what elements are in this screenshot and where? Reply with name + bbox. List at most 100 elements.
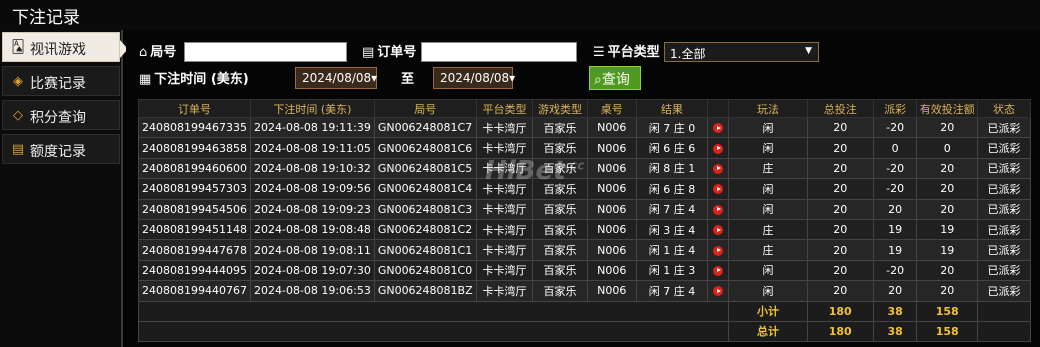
replay-cell[interactable] xyxy=(707,198,730,220)
valid-bet-cell: 20 xyxy=(916,280,979,302)
platform-cell: 卡卡湾厅 xyxy=(475,280,534,302)
result-cell: 闲 1 庄 4 xyxy=(635,239,709,261)
date-to-picker[interactable]: 2024/08/08▾ xyxy=(433,67,515,89)
valid-bet-cell: 19 xyxy=(916,239,979,261)
col-replay xyxy=(707,99,730,118)
subtotal-total: 180 xyxy=(806,300,874,322)
subtotal-valid: 158 xyxy=(916,300,979,322)
play-icon[interactable] xyxy=(713,204,724,215)
play-icon[interactable] xyxy=(713,225,724,236)
order-label: ▤ 订单号 xyxy=(362,45,417,60)
sidebar-item-label: 视讯游戏 xyxy=(30,42,86,58)
date-from-picker[interactable]: 2024/08/08▾ xyxy=(295,67,377,89)
game-cell: 百家乐 xyxy=(532,198,588,220)
grand_total-label: 总计 xyxy=(728,320,808,342)
payout-cell: 0 xyxy=(872,137,918,159)
replay-cell[interactable] xyxy=(707,157,730,180)
clipboard-icon: ▤ xyxy=(362,45,375,60)
game-cell: 百家乐 xyxy=(532,259,588,282)
table-cell: N006 xyxy=(586,198,637,220)
sidebar-item-credit[interactable]: ▤ 额度记录 xyxy=(2,134,120,164)
bet-type-cell: 庄 xyxy=(728,218,808,241)
round-cell: GN006248081C6 xyxy=(373,137,477,159)
round-input[interactable] xyxy=(184,42,347,62)
platform-cell: 卡卡湾厅 xyxy=(475,116,534,139)
tag-icon: ⌂ xyxy=(139,45,148,60)
status-cell: 已派彩 xyxy=(977,259,1031,282)
valid-bet-cell: 0 xyxy=(916,137,979,159)
valid-bet-cell: 20 xyxy=(916,178,979,200)
round-label: ⌂ 局号 xyxy=(139,45,177,60)
game-cell: 百家乐 xyxy=(532,239,588,261)
search-icon: ⌕ xyxy=(594,72,602,88)
subtotal-label: 小计 xyxy=(728,300,808,322)
bet-type-cell: 庄 xyxy=(728,157,808,180)
replay-cell[interactable] xyxy=(707,116,730,139)
time-cell: 2024-08-08 19:06:53 xyxy=(249,280,375,302)
sidebar-item-points[interactable]: ◇ 积分查询 xyxy=(2,100,120,130)
col-table: 桌号 xyxy=(586,99,637,118)
result-cell: 闲 6 庄 6 xyxy=(635,137,709,159)
sidebar-item-match-records[interactable]: ◈ 比赛记录 xyxy=(2,66,120,96)
time-cell: 2024-08-08 19:11:39 xyxy=(249,116,375,139)
play-icon[interactable] xyxy=(713,123,724,134)
query-button[interactable]: ⌕查询 xyxy=(589,66,641,90)
table-row: 240808199454506 2024-08-08 19:09:23 GN0062… xyxy=(138,198,1031,220)
replay-cell[interactable] xyxy=(707,218,730,241)
payout-cell: -20 xyxy=(872,259,918,282)
play-icon[interactable] xyxy=(713,245,724,256)
platform-value: 1.全部 xyxy=(670,47,706,61)
bet-type-cell: 闲 xyxy=(728,280,808,302)
col-order: 订单号 xyxy=(138,99,251,118)
col-status: 状态 xyxy=(977,99,1031,118)
order-input[interactable] xyxy=(421,42,577,62)
date-from-value: 2024/08/08 xyxy=(302,71,372,85)
total-bet-cell: 20 xyxy=(806,239,874,261)
sidebar-item-live-games[interactable]: 🂡 视讯游戏 xyxy=(2,32,120,62)
round-cell: GN006248081C1 xyxy=(373,239,477,261)
order-cell: 240808199444095 xyxy=(138,259,251,282)
play-icon[interactable] xyxy=(713,184,724,195)
sidebar-item-label: 额度记录 xyxy=(30,144,86,160)
grand_total-total: 180 xyxy=(806,320,874,342)
replay-cell[interactable] xyxy=(707,259,730,282)
grand_total-payout: 38 xyxy=(872,320,918,342)
replay-cell[interactable] xyxy=(707,137,730,159)
result-cell: 闲 1 庄 3 xyxy=(635,259,709,282)
platform-label: ☰ 平台类型 xyxy=(593,45,660,60)
col-total-bet: 总投注 xyxy=(806,99,874,118)
query-button-label: 查询 xyxy=(601,72,630,88)
total-bet-cell: 20 xyxy=(806,259,874,282)
status-cell: 已派彩 xyxy=(977,137,1031,159)
col-bet-type: 玩法 xyxy=(728,99,808,118)
valid-bet-cell: 20 xyxy=(916,198,979,220)
play-icon[interactable] xyxy=(713,265,724,276)
bet-type-cell: 闲 xyxy=(728,198,808,220)
page-title: 下注记录 xyxy=(12,8,80,28)
replay-cell[interactable] xyxy=(707,239,730,261)
bet-type-cell: 闲 xyxy=(728,137,808,159)
round-cell: GN006248081BZ xyxy=(373,280,477,302)
game-cell: 百家乐 xyxy=(532,116,588,139)
replay-cell[interactable] xyxy=(707,178,730,200)
bet-type-cell: 闲 xyxy=(728,116,808,139)
result-cell: 闲 3 庄 4 xyxy=(635,218,709,241)
time-cell: 2024-08-08 19:08:11 xyxy=(249,239,375,261)
platform-cell: 卡卡湾厅 xyxy=(475,218,534,241)
order-cell: 240808199467335 xyxy=(138,116,251,139)
time-cell: 2024-08-08 19:10:32 xyxy=(249,157,375,180)
play-icon[interactable] xyxy=(713,143,724,154)
play-icon[interactable] xyxy=(713,163,724,174)
status-cell: 已派彩 xyxy=(977,239,1031,261)
sidebar-item-label: 比赛记录 xyxy=(30,76,86,92)
order-cell: 240808199460600 xyxy=(138,157,251,180)
replay-cell[interactable] xyxy=(707,280,730,302)
table-row: 240808199460600 2024-08-08 19:10:32 GN0062… xyxy=(138,157,1031,180)
total-bet-cell: 20 xyxy=(806,157,874,180)
platform-select[interactable]: 1.全部 ▼ xyxy=(664,42,819,62)
result-cell: 闲 7 庄 0 xyxy=(635,116,709,139)
table-row: 240808199463858 2024-08-08 19:11:05 GN0062… xyxy=(138,137,1031,159)
valid-bet-cell: 20 xyxy=(916,259,979,282)
play-icon[interactable] xyxy=(713,286,724,297)
payout-cell: 20 xyxy=(872,280,918,302)
